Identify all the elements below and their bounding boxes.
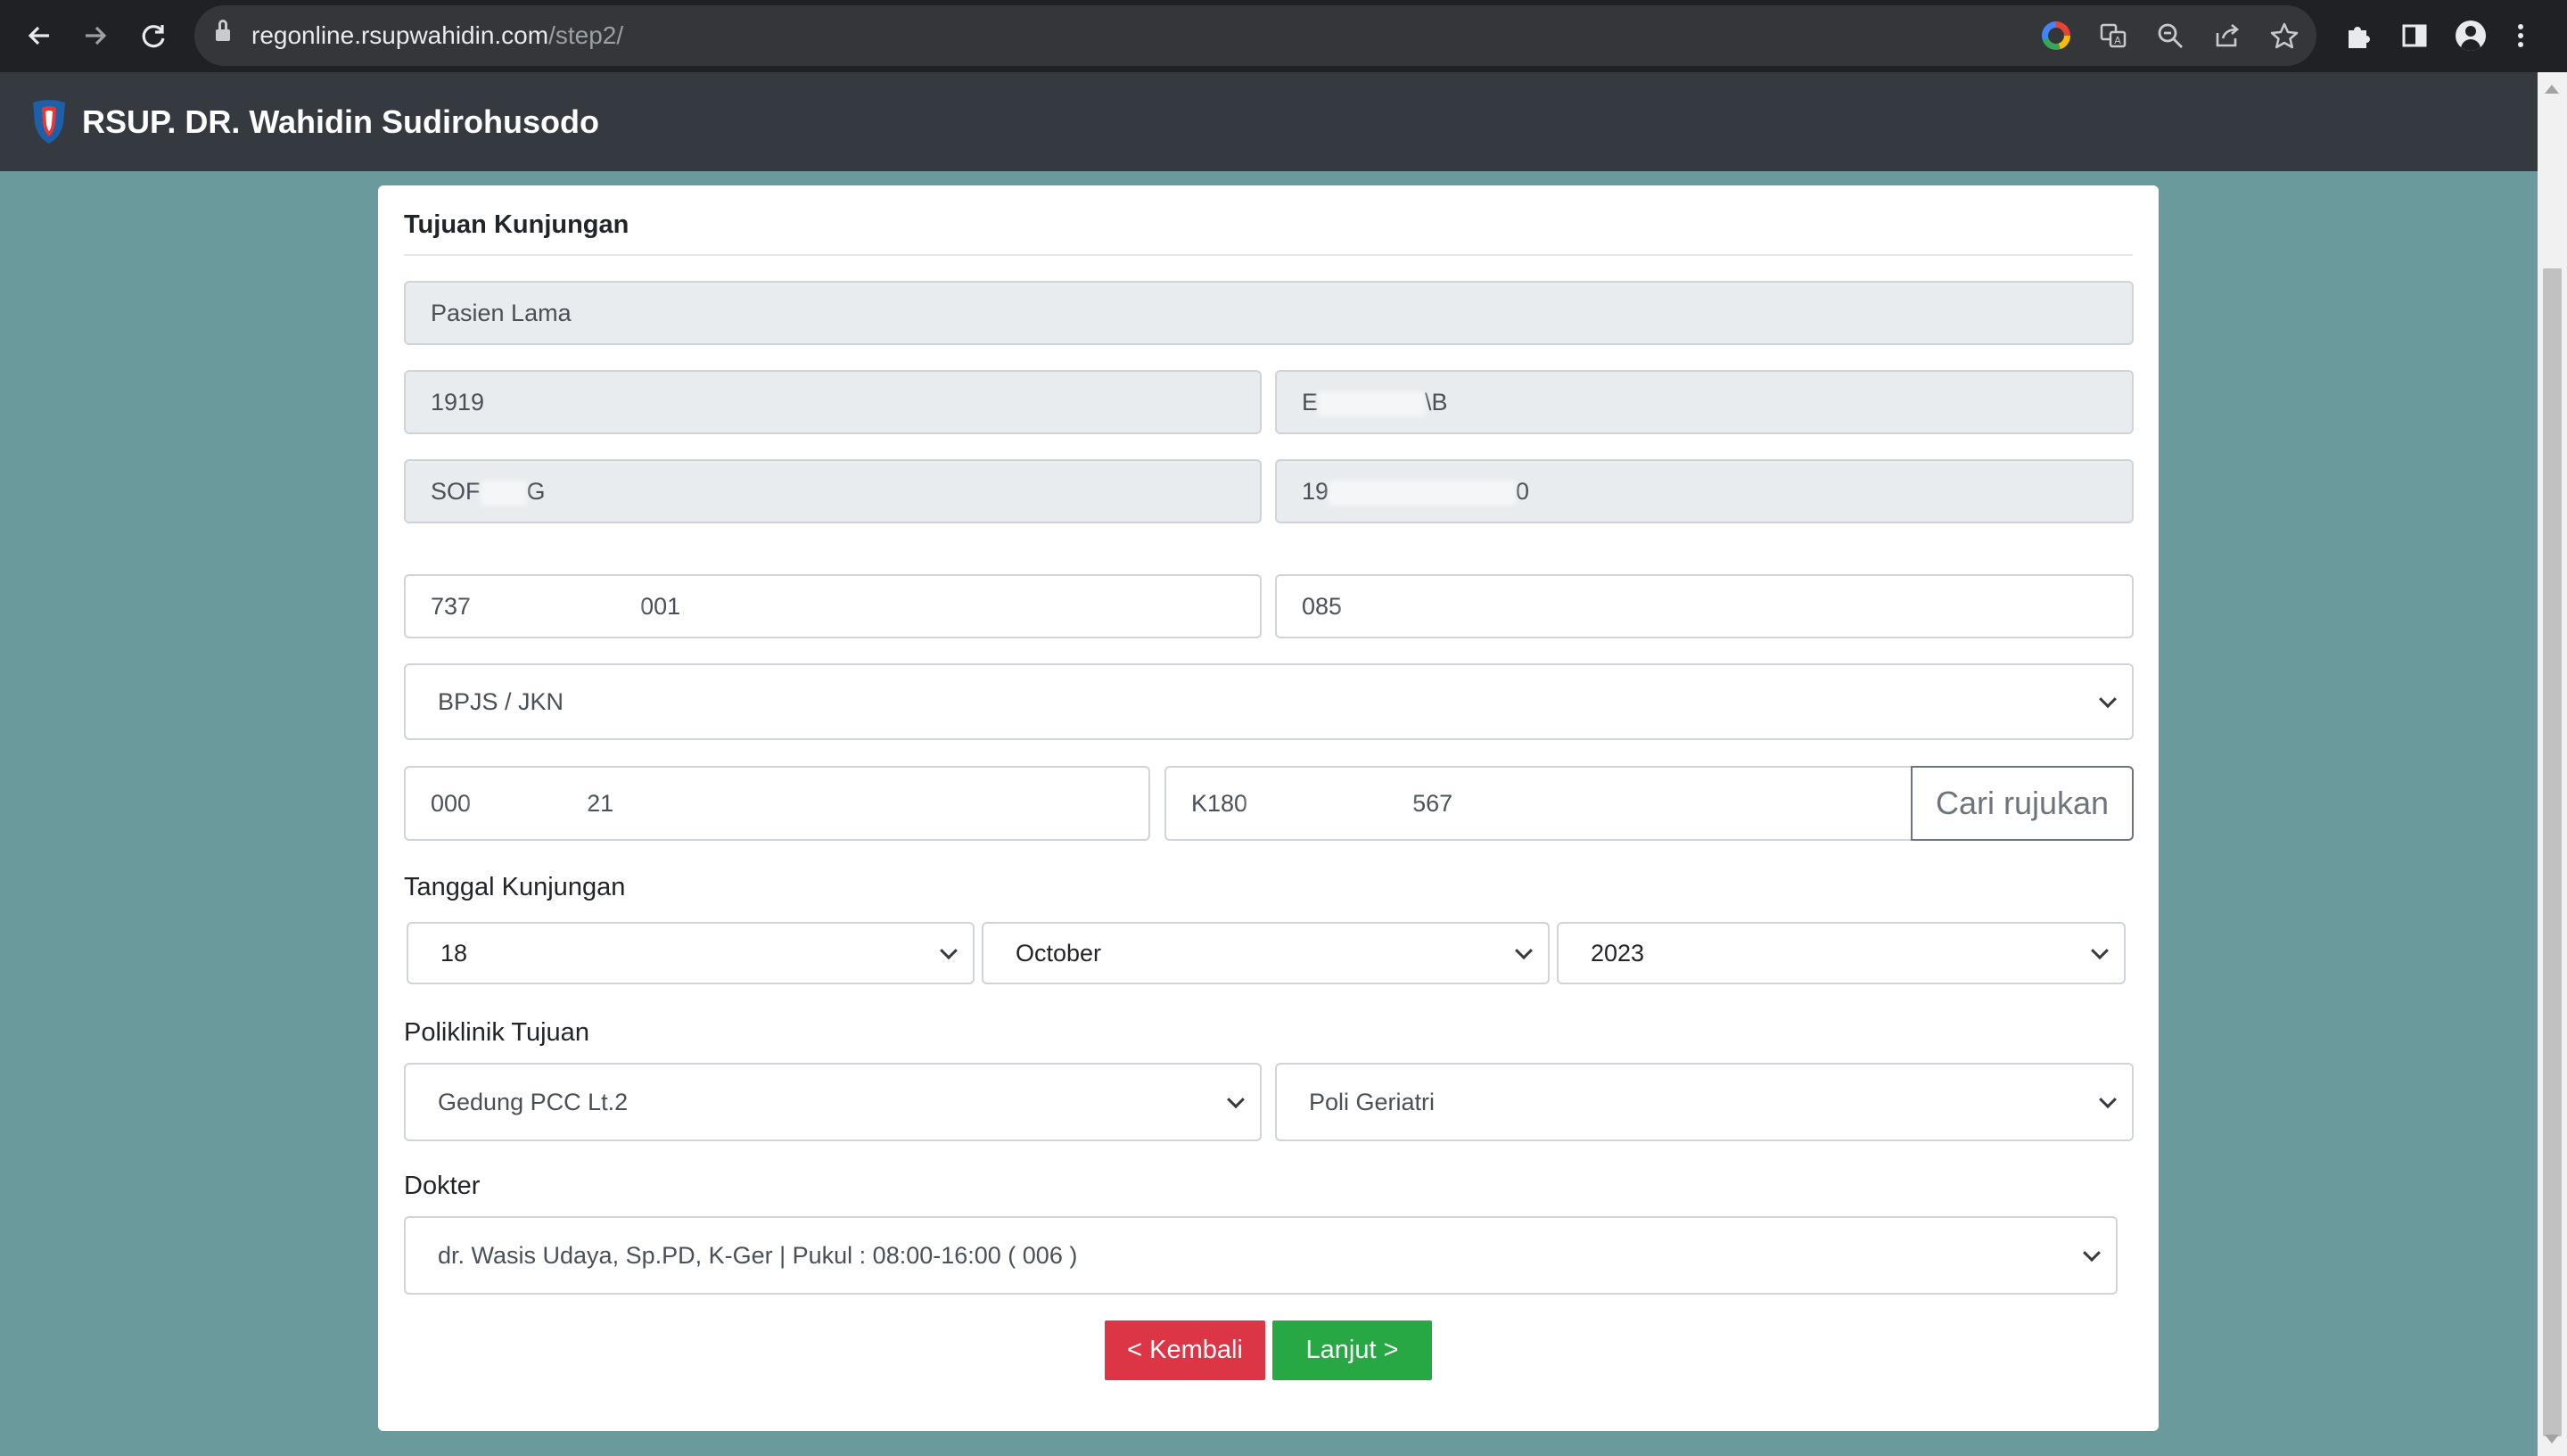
next-button[interactable]: Lanjut >: [1272, 1320, 1432, 1380]
medical-record-value: 1919: [431, 389, 485, 415]
birthplace-end: G: [526, 478, 546, 505]
visit-month-value: October: [1016, 940, 1102, 967]
chevron-down-icon: [1515, 942, 1533, 960]
back-button[interactable]: < Kembali: [1105, 1320, 1265, 1380]
visit-year-value: 2023: [1591, 940, 1645, 967]
visit-day-value: 18: [440, 940, 468, 967]
browser-toolbar: regonline.rsupwahidin.com/step2/ A: [0, 0, 2567, 72]
search-referral-button[interactable]: Cari rujukan: [1911, 766, 2134, 841]
patient-type-value: Pasien Lama: [431, 300, 572, 326]
building-select[interactable]: Gedung PCC Lt.2: [404, 1063, 1262, 1141]
lock-icon[interactable]: [216, 20, 230, 43]
reload-icon[interactable]: [132, 14, 175, 57]
chevron-down-icon: [2099, 1090, 2117, 1109]
address-bar[interactable]: regonline.rsupwahidin.com/step2/ A: [194, 5, 2316, 66]
extensions-icon[interactable]: [2339, 16, 2378, 55]
referral-start: K180: [1191, 790, 1248, 817]
redacted-bpjs: [471, 792, 588, 818]
clinic-label: Poliklinik Tujuan: [404, 1018, 589, 1047]
patient-type-field[interactable]: Pasien Lama: [404, 281, 2134, 345]
payment-type-select[interactable]: BPJS / JKN: [404, 663, 2134, 740]
share-icon[interactable]: [2211, 20, 2243, 52]
hospital-logo-icon[interactable]: [29, 99, 69, 145]
doctor-value: dr. Wasis Udaya, Sp.PD, K-Ger | Pukul : …: [438, 1242, 1078, 1269]
redacted-phone: [1342, 595, 1468, 621]
redacted-birthplace: [480, 480, 527, 506]
visit-year-select[interactable]: 2023: [1557, 922, 2126, 984]
referral-number-input[interactable]: K180 567: [1164, 766, 1913, 841]
section-title: Tujuan Kunjungan: [404, 210, 629, 239]
star-icon[interactable]: [2268, 20, 2300, 52]
nik-end: 001: [640, 593, 681, 620]
kebab-menu-icon[interactable]: [2507, 16, 2534, 55]
section-divider: [404, 254, 2133, 256]
payment-type-value: BPJS / JKN: [438, 688, 564, 715]
site-header: RSUP. DR. Wahidin Sudirohusodo: [0, 72, 2538, 171]
phone-start: 085: [1302, 593, 1343, 620]
chevron-down-icon: [2083, 1244, 2101, 1263]
site-title[interactable]: RSUP. DR. Wahidin Sudirohusodo: [82, 72, 599, 171]
registration-form-card: Tujuan Kunjungan Pasien Lama 1919 E \B SO…: [378, 185, 2159, 1431]
page-scrollbar[interactable]: [2538, 72, 2567, 1456]
clinic-select[interactable]: Poli Geriatri: [1275, 1063, 2134, 1141]
scroll-thumb[interactable]: [2543, 268, 2562, 1436]
patient-name-field[interactable]: E \B: [1275, 370, 2134, 434]
redacted-name: [1318, 391, 1426, 416]
url-text[interactable]: regonline.rsupwahidin.com/step2/: [251, 5, 623, 66]
bpjs-end: 21: [587, 790, 614, 817]
nik-input[interactable]: 737 001: [404, 574, 1262, 638]
back-arrow-icon[interactable]: [18, 14, 61, 57]
bpjs-start: 000: [431, 790, 472, 817]
patient-name-end: \B: [1425, 389, 1448, 415]
birthdate-field[interactable]: 19 0: [1275, 459, 2134, 523]
scroll-down-icon[interactable]: [2545, 1435, 2559, 1444]
profile-icon[interactable]: [2451, 16, 2490, 55]
chevron-down-icon: [2099, 690, 2117, 709]
svg-text:A: A: [2114, 35, 2121, 46]
redacted-referral: [1247, 792, 1413, 818]
visit-day-select[interactable]: 18: [407, 922, 975, 984]
birthdate-end: 0: [1516, 478, 1530, 505]
referral-end: 567: [1412, 790, 1453, 817]
visit-month-select[interactable]: October: [982, 922, 1550, 984]
phone-input[interactable]: 085: [1275, 574, 2134, 638]
google-icon[interactable]: [2040, 20, 2072, 52]
chevron-down-icon: [2091, 942, 2109, 960]
translate-icon[interactable]: A: [2097, 20, 2129, 52]
visit-date-label: Tanggal Kunjungan: [404, 873, 626, 901]
doctor-label: Dokter: [404, 1172, 481, 1200]
zoom-icon[interactable]: [2154, 20, 2186, 52]
scroll-up-icon[interactable]: [2545, 85, 2559, 94]
chevron-down-icon: [940, 942, 958, 960]
doctor-select[interactable]: dr. Wasis Udaya, Sp.PD, K-Ger | Pukul : …: [404, 1216, 2118, 1295]
birthdate-start: 19: [1302, 478, 1329, 505]
forward-arrow-icon[interactable]: [74, 14, 117, 57]
redacted-nik: [471, 595, 641, 621]
birthplace-start: SOF: [431, 478, 481, 505]
bpjs-number-input[interactable]: 000 21: [404, 766, 1150, 841]
clinic-value: Poli Geriatri: [1309, 1089, 1436, 1115]
patient-name-start: E: [1302, 389, 1319, 415]
url-path: /step2/: [548, 21, 624, 49]
medical-record-field[interactable]: 1919: [404, 370, 1262, 434]
building-value: Gedung PCC Lt.2: [438, 1089, 629, 1115]
chevron-down-icon: [1227, 1090, 1245, 1109]
nik-start: 737: [431, 593, 472, 620]
url-domain: regonline.rsupwahidin.com: [251, 21, 549, 49]
birthplace-field[interactable]: SOF G: [404, 459, 1262, 523]
redacted-birthdate: [1329, 480, 1517, 506]
side-panel-icon[interactable]: [2395, 16, 2434, 55]
